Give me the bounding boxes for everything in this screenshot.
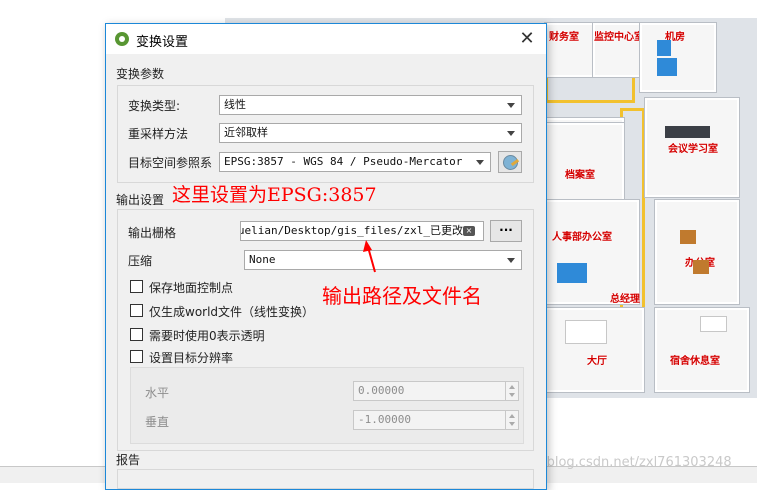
arrow-head bbox=[363, 240, 372, 252]
annotation-arrow bbox=[363, 240, 376, 273]
arrow-shaft bbox=[367, 246, 376, 273]
